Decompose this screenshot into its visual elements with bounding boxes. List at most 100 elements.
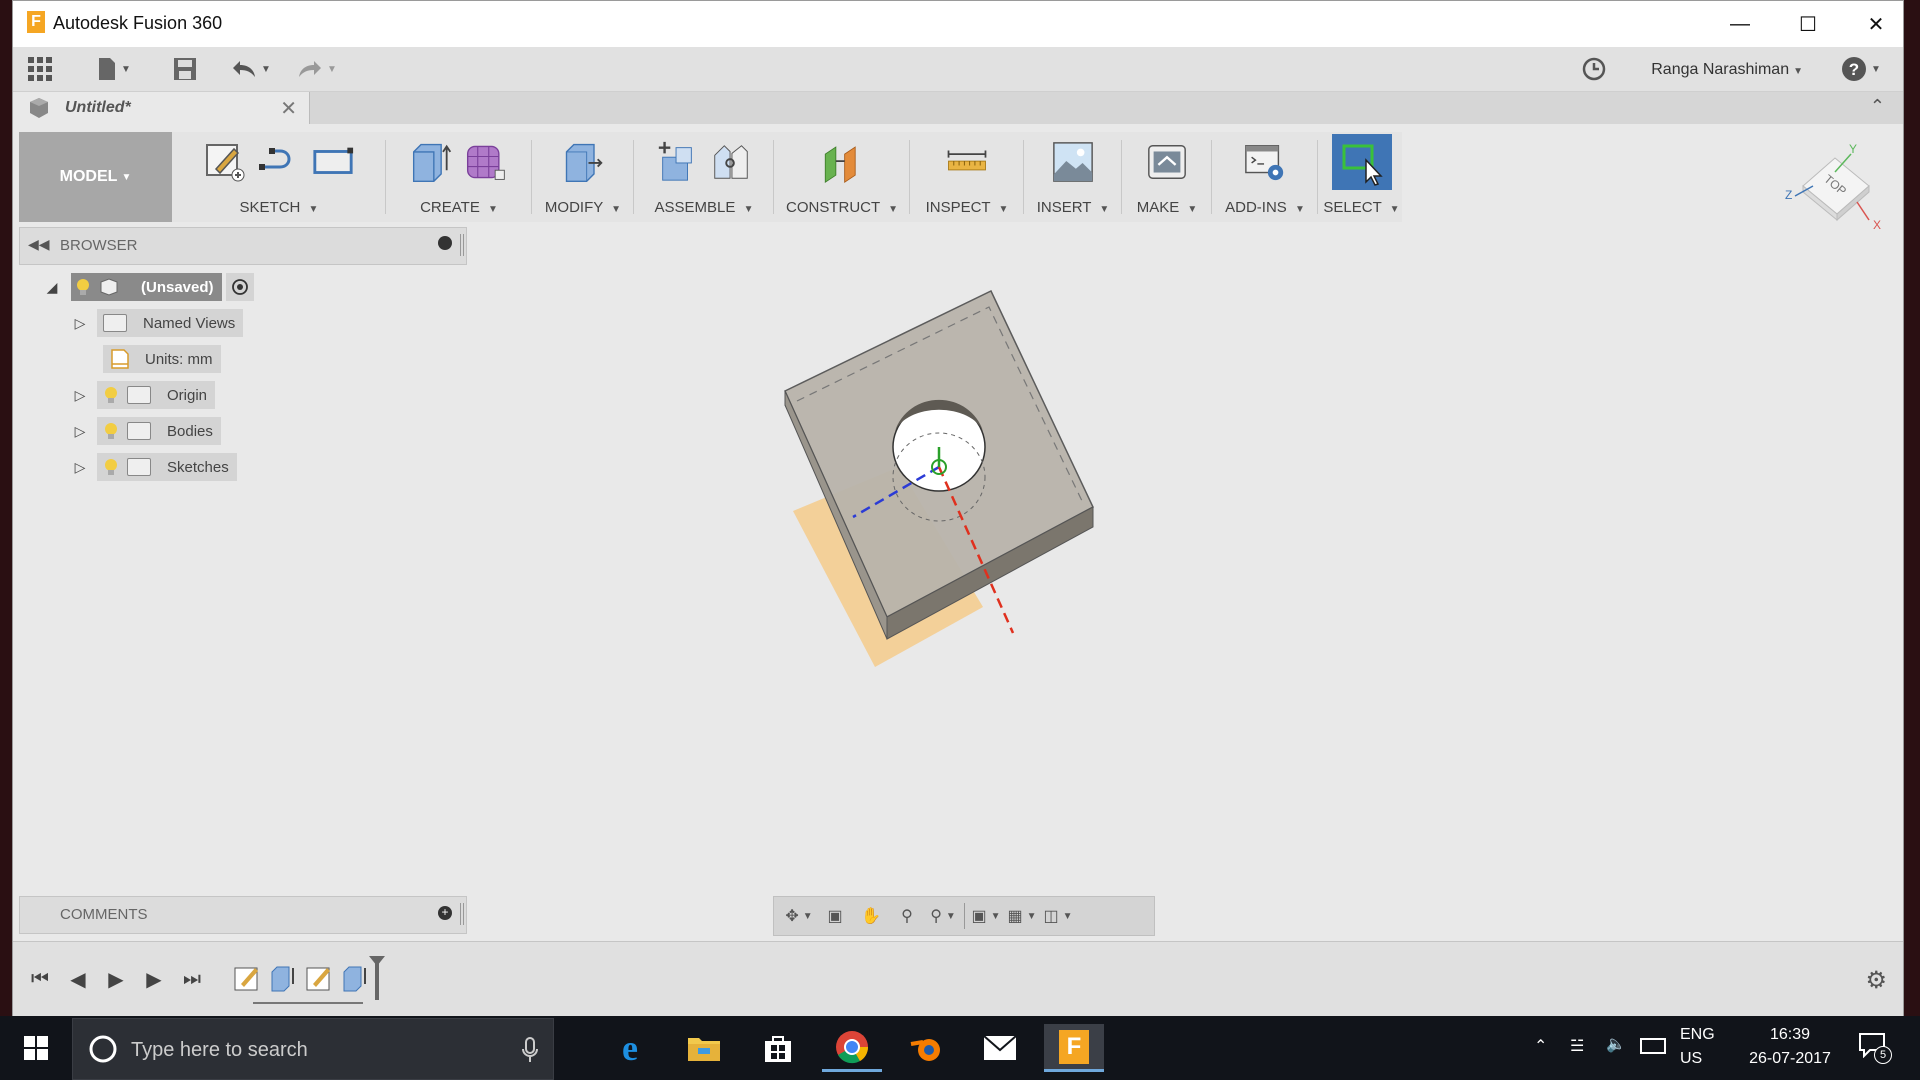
- timeline-sketch-feature-icon[interactable]: [305, 964, 333, 997]
- pan-hand-icon[interactable]: ✋: [856, 903, 886, 929]
- microphone-icon[interactable]: [521, 1037, 539, 1063]
- display-settings-icon[interactable]: ▣ ▼: [971, 903, 1001, 929]
- play-icon[interactable]: ▶: [101, 964, 131, 994]
- create-sketch-icon[interactable]: [203, 140, 247, 184]
- browser-item-origin[interactable]: ▷ Origin: [69, 381, 216, 409]
- sketch-group[interactable]: SKETCH ▼: [179, 132, 379, 222]
- collapse-ribbon-icon[interactable]: ⌃: [1870, 96, 1885, 117]
- viewports-icon[interactable]: ◫ ▼: [1043, 903, 1073, 929]
- collapse-browser-icon[interactable]: ◀◀: [28, 236, 50, 253]
- browser-pin-handle[interactable]: [460, 234, 464, 256]
- press-pull-icon[interactable]: [561, 140, 605, 184]
- close-tab-icon[interactable]: ✕: [280, 96, 297, 121]
- visibility-bulb-icon[interactable]: [103, 422, 119, 440]
- visibility-bulb-icon[interactable]: [75, 278, 91, 296]
- browser-item-bodies[interactable]: ▷ Bodies: [69, 417, 221, 445]
- 3d-print-icon[interactable]: [1145, 140, 1189, 184]
- extrude-icon[interactable]: [410, 140, 454, 184]
- root-component-node[interactable]: (Unsaved): [71, 273, 222, 301]
- action-center-icon[interactable]: 5: [1858, 1032, 1892, 1064]
- clock[interactable]: 16:39 26-07-2017: [1740, 1026, 1840, 1068]
- modify-group[interactable]: MODIFY ▼: [535, 132, 631, 222]
- step-forward-icon[interactable]: ▶: [139, 964, 169, 994]
- browser-item-sketches[interactable]: ▷ Sketches: [69, 453, 237, 481]
- chrome-icon[interactable]: [822, 1024, 882, 1072]
- activate-component-icon[interactable]: [225, 273, 254, 301]
- timeline-marker[interactable]: [375, 960, 379, 1000]
- assemble-group[interactable]: ASSEMBLE ▼: [637, 132, 771, 222]
- fusion-360-taskbar-icon[interactable]: F: [1044, 1024, 1104, 1072]
- joint-icon[interactable]: [709, 140, 753, 184]
- viewcube[interactable]: TOP Y Z X: [1773, 136, 1893, 246]
- new-component-icon[interactable]: [655, 140, 699, 184]
- timeline-extrude-feature-icon[interactable]: [341, 964, 369, 997]
- measure-icon[interactable]: [945, 140, 989, 184]
- edge-browser-icon[interactable]: e: [600, 1024, 660, 1072]
- browser-item-named-views[interactable]: ▷ Named Views: [69, 309, 244, 337]
- timeline-extrude-feature-icon[interactable]: [269, 964, 297, 997]
- add-ins-group[interactable]: ADD-INS ▼: [1215, 132, 1315, 222]
- add-comment-icon[interactable]: +: [438, 906, 452, 920]
- comments-panel-header[interactable]: COMMENTS +: [19, 896, 467, 934]
- select-icon[interactable]: [1331, 134, 1392, 190]
- timeline-settings-gear-icon[interactable]: ⚙: [1865, 966, 1887, 995]
- close-window-button[interactable]: ✕: [1853, 9, 1899, 39]
- minimize-button[interactable]: —: [1717, 9, 1763, 39]
- language-indicator[interactable]: ENG US: [1680, 1026, 1715, 1068]
- expand-triangle-icon[interactable]: ▷: [69, 315, 91, 332]
- look-at-icon[interactable]: ▣: [820, 903, 850, 929]
- mail-icon[interactable]: [970, 1024, 1030, 1072]
- rectangle-icon[interactable]: [311, 140, 355, 184]
- go-to-start-icon[interactable]: ⏮: [25, 964, 55, 994]
- user-account-menu[interactable]: Ranga Narashiman ▼: [1651, 61, 1803, 79]
- battery-icon[interactable]: [1640, 1038, 1666, 1054]
- browser-root-row[interactable]: ◢ (Unsaved): [41, 273, 254, 301]
- visibility-bulb-icon[interactable]: [103, 386, 119, 404]
- file-menu-icon[interactable]: ▼: [97, 55, 131, 83]
- create-group[interactable]: CREATE ▼: [389, 132, 529, 222]
- help-icon[interactable]: ? ▼: [1841, 55, 1881, 83]
- workspace-switcher-button[interactable]: MODEL ▼: [19, 132, 172, 222]
- redo-icon[interactable]: ▼: [297, 55, 337, 83]
- construct-group[interactable]: CONSTRUCT ▼: [777, 132, 907, 222]
- data-panel-icon[interactable]: [27, 55, 53, 83]
- form-icon[interactable]: [464, 140, 508, 184]
- visibility-bulb-icon[interactable]: [103, 458, 119, 476]
- go-to-end-icon[interactable]: ⏭: [177, 964, 207, 994]
- zoom-icon[interactable]: ⚲: [892, 903, 922, 929]
- inspect-group[interactable]: INSPECT ▼: [913, 132, 1021, 222]
- undo-icon[interactable]: ▼: [231, 55, 271, 83]
- step-back-icon[interactable]: ◀: [63, 964, 93, 994]
- insert-image-icon[interactable]: [1051, 140, 1095, 184]
- orbit-icon[interactable]: ✥ ▼: [784, 903, 814, 929]
- collapse-triangle-icon[interactable]: ◢: [41, 279, 63, 296]
- show-hidden-icons-chevron[interactable]: ⌃: [1534, 1036, 1547, 1056]
- timeline-marker-head[interactable]: [369, 956, 385, 966]
- expand-triangle-icon[interactable]: ▷: [69, 387, 91, 404]
- line-icon[interactable]: [257, 140, 301, 184]
- browser-panel-header[interactable]: ◀◀ BROWSER: [19, 227, 467, 265]
- volume-icon[interactable]: 🔈: [1606, 1034, 1626, 1054]
- network-icon[interactable]: ☱: [1570, 1036, 1584, 1056]
- windows-start-icon[interactable]: [6, 1024, 66, 1072]
- taskbar-search-box[interactable]: Type here to search: [72, 1018, 554, 1080]
- fit-zoom-icon[interactable]: ⚲ ▼: [928, 903, 958, 929]
- select-group[interactable]: SELECT ▼: [1321, 132, 1402, 222]
- expand-triangle-icon[interactable]: ▷: [69, 423, 91, 440]
- canvas-3d-model[interactable]: [753, 281, 1113, 681]
- job-status-clock-icon[interactable]: [1581, 55, 1607, 83]
- offset-plane-icon[interactable]: [820, 140, 864, 184]
- browser-item-units[interactable]: Units: mm: [97, 345, 221, 373]
- file-explorer-icon[interactable]: [674, 1024, 734, 1072]
- comments-pin-handle[interactable]: [460, 903, 464, 925]
- browser-minimize-icon[interactable]: [438, 236, 452, 250]
- expand-triangle-icon[interactable]: ▷: [69, 459, 91, 476]
- save-icon[interactable]: [173, 55, 197, 83]
- store-icon[interactable]: [748, 1024, 808, 1072]
- timeline-sketch-feature-icon[interactable]: [233, 964, 261, 997]
- scripts-addins-icon[interactable]: [1243, 140, 1287, 184]
- blender-icon[interactable]: [896, 1024, 956, 1072]
- grid-settings-icon[interactable]: ▦ ▼: [1007, 903, 1037, 929]
- insert-group[interactable]: INSERT ▼: [1027, 132, 1119, 222]
- document-tab[interactable]: Untitled* ✕: [13, 92, 310, 124]
